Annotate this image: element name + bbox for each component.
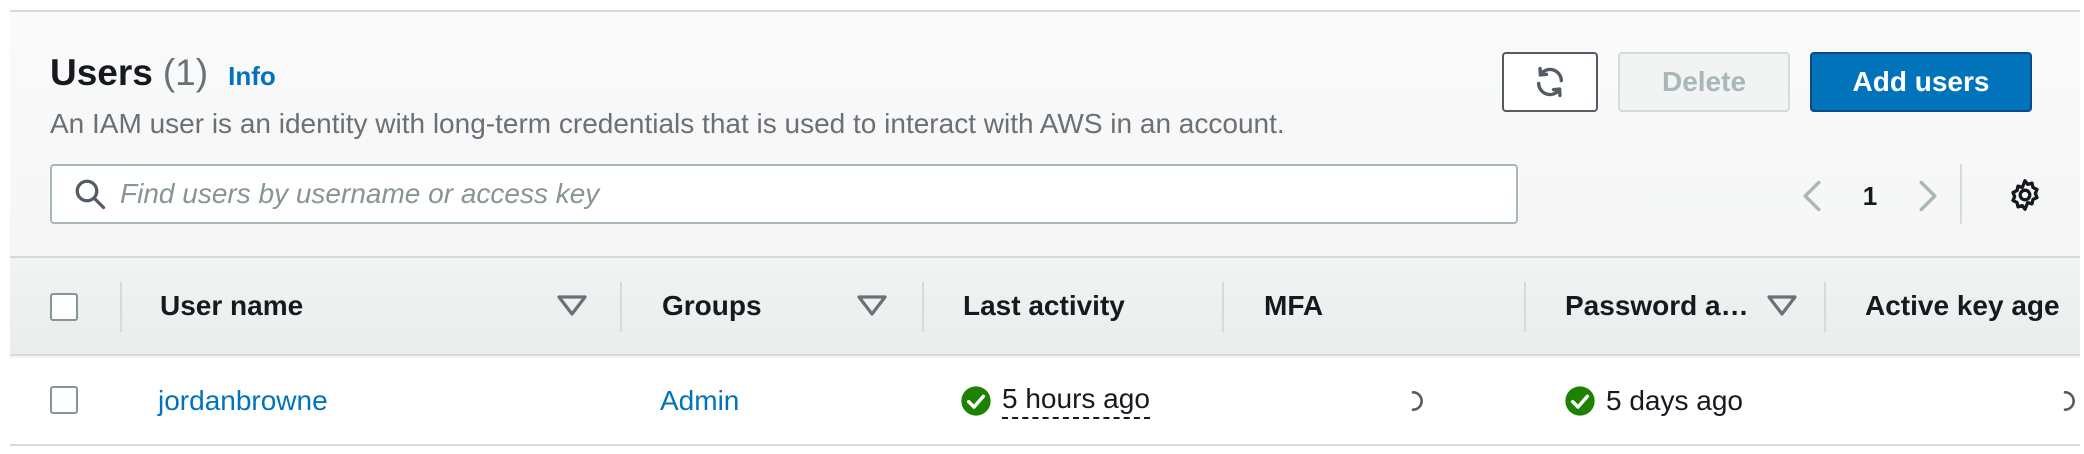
current-page[interactable]: 1 [1850,178,1890,214]
info-link[interactable]: Info [228,61,276,92]
refresh-icon [1533,65,1567,99]
sort-descending-icon[interactable] [556,294,588,318]
group-link[interactable]: Admin [660,385,739,417]
page-title: Users [50,52,153,93]
page-description: An IAM user is an identity with long-ter… [50,108,1285,139]
sort-descending-icon[interactable] [1766,294,1798,318]
table-settings-button[interactable] [2002,172,2048,218]
column-header-mfa[interactable]: MFA [1264,258,1323,354]
page-title-row: Users (1) Info [50,52,276,94]
user-name-link[interactable]: jordanbrowne [158,385,328,417]
user-count: (1) [162,52,209,93]
last-activity-value[interactable]: 5 hours ago [1002,383,1150,419]
column-divider [620,282,622,332]
column-divider [1524,282,1526,332]
table-header: User name Groups Last activity MFA Passw… [10,256,2080,356]
next-page-button[interactable] [1910,178,1946,214]
add-users-button[interactable]: Add users [1810,52,2032,112]
loading-spinner-icon [1400,388,1426,414]
sort-descending-icon[interactable] [856,294,888,318]
column-header-last-activity[interactable]: Last activity [963,258,1125,354]
password-age-value: 5 days ago [1606,385,1743,416]
chevron-right-icon [1916,179,1940,213]
row-select-checkbox[interactable] [50,386,78,414]
users-panel: Users (1) Info An IAM user is an identit… [10,10,2080,446]
search-input[interactable] [120,166,1516,222]
table-row: jordanbrowne Admin 5 hours ago 5 days ag… [10,358,2080,446]
gear-icon [2007,177,2043,213]
search-icon [72,176,108,212]
column-header-password-age[interactable]: Password a… [1565,258,1749,354]
column-divider [1824,282,1826,332]
column-header-user-name[interactable]: User name [160,258,303,354]
column-divider [922,282,924,332]
column-divider [1222,282,1224,332]
pager-divider [1960,164,1962,224]
search-box [50,164,1518,224]
select-all-checkbox[interactable] [50,293,78,321]
loading-spinner-icon [2052,388,2078,414]
panel-header: Users (1) Info An IAM user is an identit… [10,12,2080,256]
column-header-groups[interactable]: Groups [662,258,762,354]
column-header-active-key-age[interactable]: Active key age [1865,258,2060,354]
chevron-left-icon [1800,179,1824,213]
delete-button[interactable]: Delete [1618,52,1790,112]
success-check-icon [960,385,992,417]
refresh-button[interactable] [1502,52,1598,112]
success-check-icon [1564,385,1596,417]
column-divider [120,282,122,332]
previous-page-button[interactable] [1794,178,1830,214]
